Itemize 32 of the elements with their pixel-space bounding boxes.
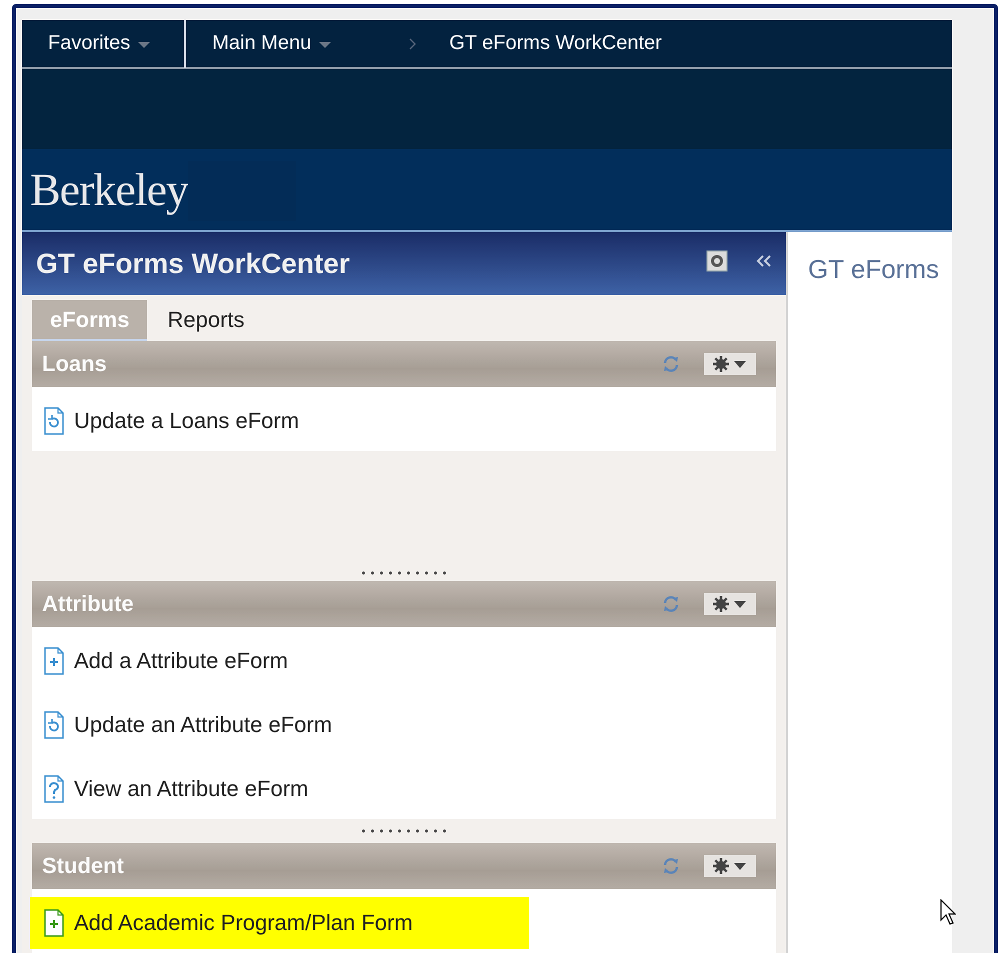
eform-link[interactable]: Update an Attribute eForm (32, 699, 776, 751)
settings-icon[interactable] (706, 250, 728, 272)
menu-link[interactable]: Main Menu (212, 32, 312, 55)
gear-icon (713, 356, 747, 372)
resize-handle[interactable] (359, 829, 449, 833)
eform-link[interactable]: Add a Attribute eForm (32, 635, 776, 687)
breadcrumb[interactable]: GT eForms WorkCenter (449, 32, 662, 55)
page-title: GT eForms (808, 254, 939, 284)
eform-link[interactable]: View an Attribute eForm (32, 763, 776, 815)
caret-icon[interactable] (138, 42, 150, 48)
caret-icon[interactable] (319, 42, 332, 48)
document-view-icon (44, 775, 64, 803)
options-button[interactable] (704, 593, 756, 615)
chevron-icon (409, 38, 418, 50)
options-button[interactable] (704, 353, 756, 375)
document-update-icon (44, 711, 64, 739)
collapse-icon[interactable] (756, 254, 772, 268)
document-update-icon (44, 407, 64, 435)
section-title: Student (42, 853, 125, 879)
eform-link[interactable]: Add Academic Program/Plan Form (30, 897, 529, 949)
options-button[interactable] (704, 855, 756, 877)
gear-icon (713, 858, 747, 874)
gear-icon (713, 596, 747, 612)
section-title: Loans (42, 351, 108, 377)
section-title: Attribute (42, 591, 135, 617)
menu-link[interactable]: Favorites (48, 32, 130, 55)
document-add-icon (44, 647, 64, 675)
berkeley-logo: Berkeley (30, 162, 188, 216)
document-add-icon (44, 909, 64, 937)
tab[interactable]: Reports (149, 300, 263, 339)
workcenter-title: GT eForms WorkCenter (36, 248, 351, 280)
resize-handle[interactable] (359, 571, 449, 575)
